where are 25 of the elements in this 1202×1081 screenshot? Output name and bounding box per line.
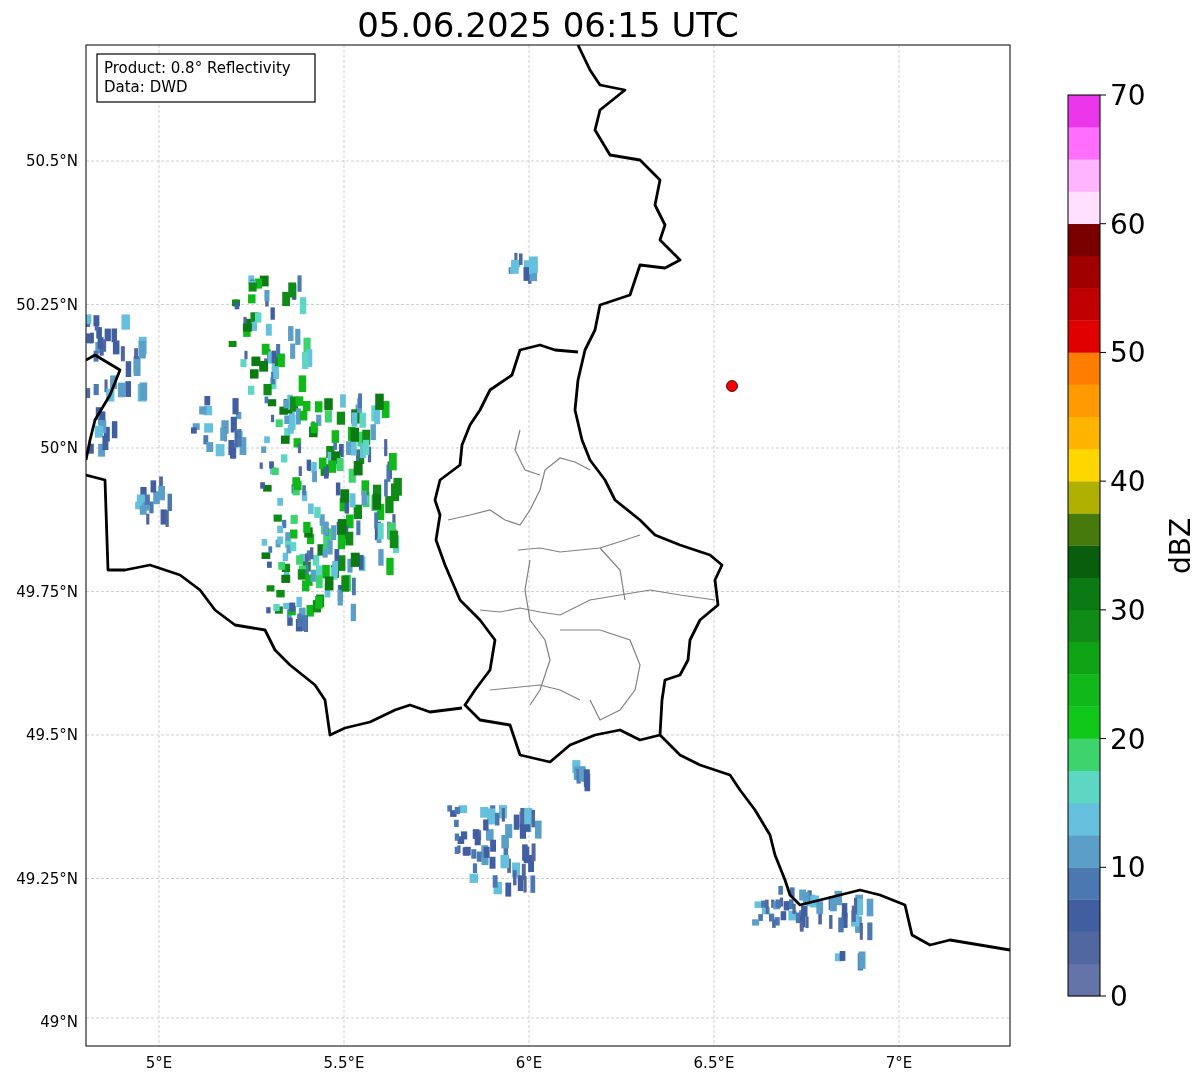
info-text: Data: DWD (104, 78, 188, 96)
latitude-label: 49.5°N (25, 726, 78, 744)
colorbar-tick-label: 50 (1110, 336, 1146, 370)
longitude-label: 7°E (885, 1054, 913, 1072)
colorbar-tick-label: 30 (1110, 593, 1146, 627)
colorbar-tick-label: 70 (1110, 79, 1146, 112)
longitude-label: 6°E (515, 1054, 543, 1072)
chart-title: 05.06.2025 06:15 UTC (357, 5, 739, 45)
latitude-label: 50.5°N (25, 152, 78, 170)
longitude-label: 5°E (145, 1054, 173, 1072)
longitude-label: 6.5°E (693, 1054, 735, 1072)
station-marker (726, 380, 738, 392)
latitude-label: 49.75°N (16, 582, 78, 601)
latitude-label: 49.25°N (16, 869, 78, 888)
latitude-label: 50°N (40, 439, 78, 457)
colorbar-tick-label: 60 (1110, 207, 1146, 241)
info-text: Product: 0.8° Reflectivity (104, 59, 291, 77)
colorbar-tick-label: 0 (1110, 980, 1128, 1013)
colorbar-tick-label: 10 (1110, 851, 1146, 885)
latitude-label: 49°N (40, 1013, 78, 1031)
colorbar-tick-label: 40 (1110, 465, 1146, 499)
colorbar-tick-label: 20 (1110, 722, 1146, 756)
longitude-label: 5.5°E (323, 1054, 365, 1072)
latitude-label: 50.25°N (16, 295, 78, 314)
colorbar-title: dBZ (1164, 517, 1197, 575)
